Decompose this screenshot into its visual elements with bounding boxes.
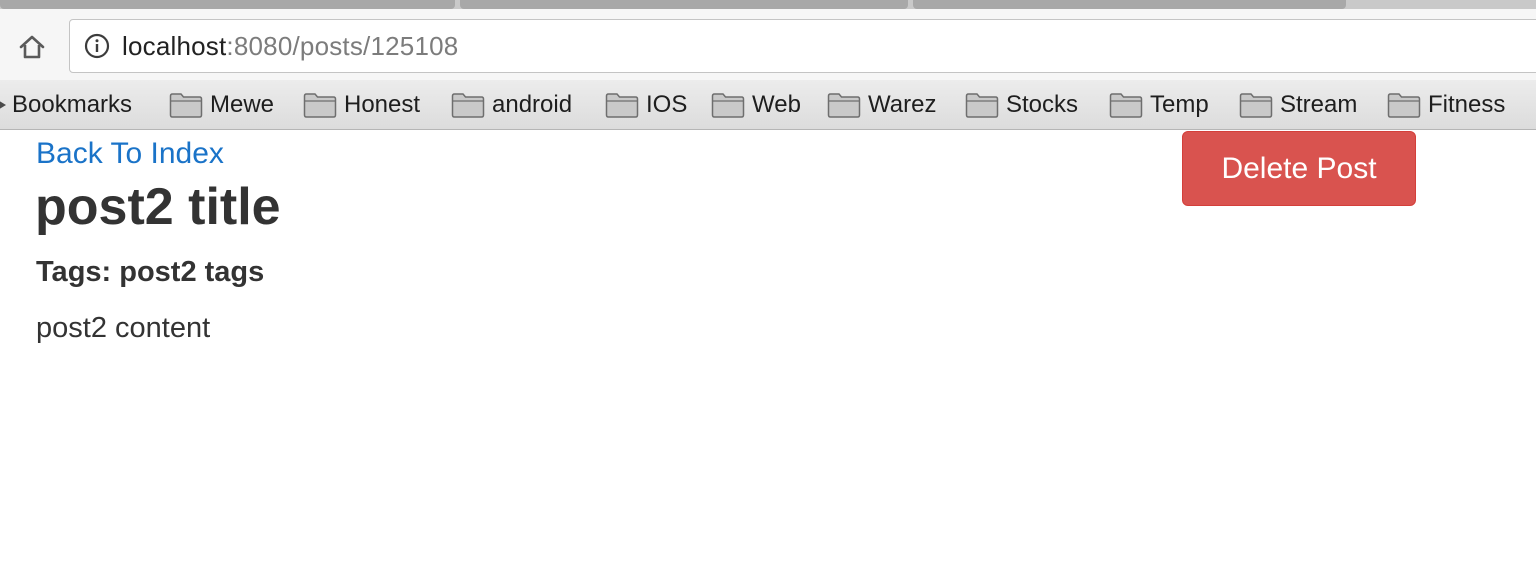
url-host: localhost [122, 30, 227, 61]
bookmark-folder-mewe[interactable]: Mewe [169, 88, 274, 122]
address-bar[interactable]: localhost:8080/posts/125108 [69, 19, 1536, 73]
folder-icon [965, 92, 999, 118]
home-icon [19, 35, 45, 59]
bookmark-folder-fitness[interactable]: Fitness [1387, 88, 1505, 122]
folder-icon [451, 92, 485, 118]
folder-icon [605, 92, 639, 118]
browser-toolbar: localhost:8080/posts/125108 [0, 9, 1536, 80]
bookmark-label: Honest [344, 91, 421, 118]
info-icon[interactable] [84, 33, 110, 59]
bookmark-label: Bookmarks [12, 91, 133, 118]
url-path: :8080/posts/125108 [226, 30, 459, 61]
post-title: post2 title [35, 178, 281, 236]
folder-icon [169, 92, 203, 118]
bookmark-folder-ios[interactable]: IOS [605, 88, 687, 122]
folder-icon [303, 92, 337, 118]
bookmark-label: Fitness [1428, 91, 1506, 118]
bookmark-label: Stream [1280, 91, 1358, 118]
bookmark-folder-web[interactable]: Web [711, 88, 801, 122]
bookmark-label: Temp [1150, 91, 1209, 118]
delete-post-button[interactable]: Delete Post [1182, 131, 1416, 206]
bookmark-folder-stocks[interactable]: Stocks [965, 88, 1078, 122]
folder-icon [1387, 92, 1421, 118]
back-to-index-link[interactable]: Back To Index [36, 137, 224, 171]
bookmark-folder-temp[interactable]: Temp [1109, 88, 1209, 122]
bookmark-folder-android[interactable]: android [451, 88, 572, 122]
chevron-icon [0, 97, 8, 113]
tab-strip [0, 0, 1536, 9]
folder-icon [827, 92, 861, 118]
bookmark-label: Web [752, 91, 801, 118]
browser-tab[interactable] [0, 0, 455, 9]
bookmark-label: Warez [868, 91, 937, 118]
bookmark-folder-warez[interactable]: Warez [827, 88, 936, 122]
home-button[interactable] [16, 33, 48, 61]
post-tags: Tags: post2 tags [36, 256, 265, 288]
browser-tab[interactable] [913, 0, 1346, 9]
bookmark-label: android [492, 91, 573, 118]
bookmark-label: Stocks [1006, 91, 1079, 118]
bookmark-folder-honest[interactable]: Honest [303, 88, 420, 122]
folder-icon [1109, 92, 1143, 118]
folder-icon [711, 92, 745, 118]
bookmark-folder-stream[interactable]: Stream [1239, 88, 1357, 122]
bookmark-label: IOS [646, 91, 688, 118]
bookmarks-bar: Bookmarks Mewe Honest android IOS Web Wa… [0, 80, 1536, 130]
bookmark-label: Mewe [210, 91, 275, 118]
page-content: Back To Index post2 title Tags: post2 ta… [0, 131, 1536, 578]
bookmark-bookmarks[interactable]: Bookmarks [0, 88, 132, 122]
folder-icon [1239, 92, 1273, 118]
browser-tab[interactable] [460, 0, 908, 9]
post-content: post2 content [36, 312, 211, 344]
url-text[interactable]: localhost:8080/posts/125108 [122, 31, 458, 62]
